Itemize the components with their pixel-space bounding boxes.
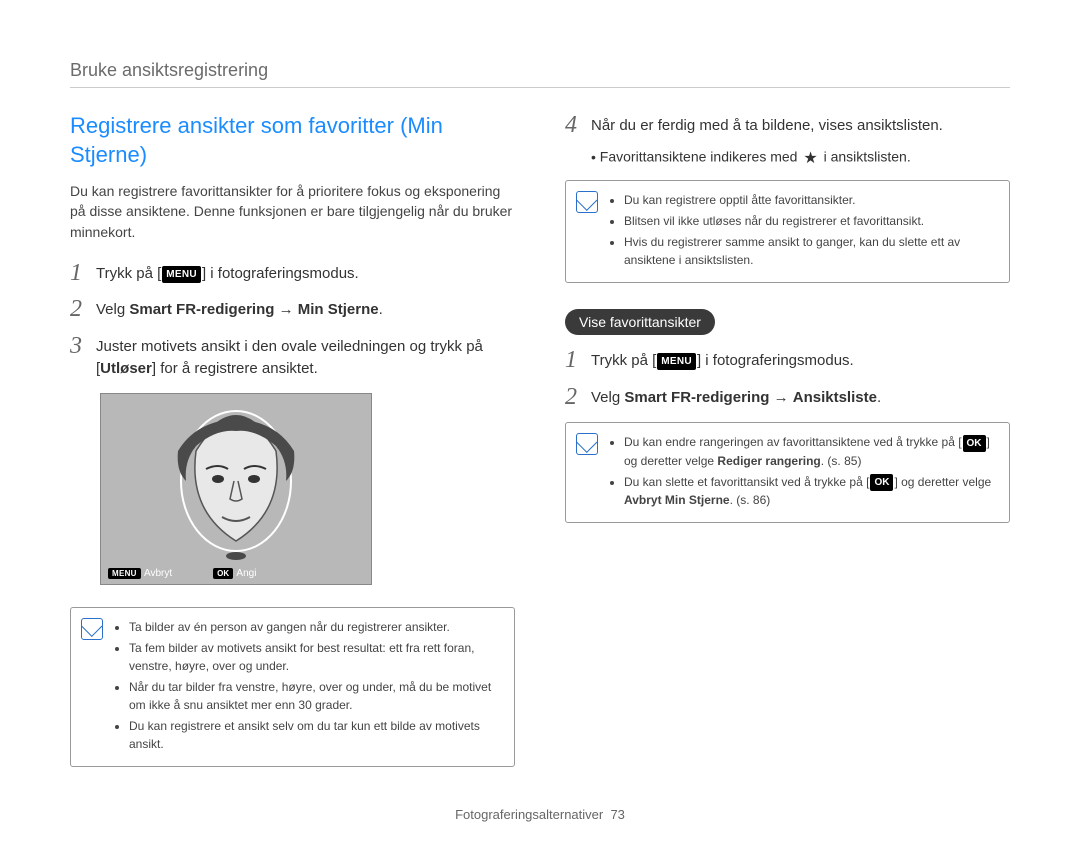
step-text: Når du er ferdig med å ta bildene, vises… — [591, 112, 943, 138]
cancel-label: MENU Avbryt — [107, 568, 172, 579]
content-columns: Registrere ansikter som favoritter (Min … — [70, 112, 1010, 779]
section-title: Registrere ansikter som favoritter (Min … — [70, 112, 515, 169]
note-icon — [576, 433, 598, 455]
note-item: Du kan registrere et ansikt selv om du t… — [129, 717, 500, 753]
page-number: 73 — [610, 807, 624, 822]
note-box: Du kan registrere opptil åtte favorittan… — [565, 180, 1010, 283]
ok-icon: OK — [870, 474, 893, 491]
step-number: 3 — [70, 333, 96, 359]
note-list: Ta bilder av én person av gangen når du … — [115, 618, 500, 753]
step-2: 2 Velg Smart FR-redigering → Min Stjerne… — [70, 296, 515, 322]
right-column: 4 Når du er ferdig med å ta bildene, vis… — [565, 112, 1010, 779]
note-box: Du kan endre rangeringen av favorittansi… — [565, 422, 1010, 523]
note-item: Ta bilder av én person av gangen når du … — [129, 618, 500, 636]
ok-icon: OK — [963, 435, 986, 452]
note-item: Du kan registrere opptil åtte favorittan… — [624, 191, 995, 209]
note-box: Ta bilder av én person av gangen når du … — [70, 607, 515, 767]
step-number: 1 — [565, 347, 591, 373]
step-2b: 2 Velg Smart FR-redigering → Ansiktslist… — [565, 384, 1010, 410]
step-number: 2 — [565, 384, 591, 410]
intro-text: Du kan registrere favorittansikter for å… — [70, 181, 515, 242]
camera-bottom-bar: MENU Avbryt OK Angi — [101, 564, 371, 584]
note-item: Blitsen vil ikke utløses når du registre… — [624, 212, 995, 230]
note-icon — [576, 191, 598, 213]
set-label: OK Angi — [212, 568, 256, 579]
note-item: Ta fem bilder av motivets ansikt for bes… — [129, 639, 500, 675]
star-icon: ★ — [803, 148, 817, 168]
subsection-pill: Vise favorittansikter — [565, 309, 715, 335]
menu-icon: MENU — [162, 266, 201, 283]
step-text: Trykk på [MENU] i fotograferingsmodus. — [591, 347, 854, 373]
note-list: Du kan registrere opptil åtte favorittan… — [610, 191, 995, 269]
note-item: Når du tar bilder fra venstre, høyre, ov… — [129, 678, 500, 714]
step-1b: 1 Trykk på [MENU] i fotograferingsmodus. — [565, 347, 1010, 373]
note-item: Hvis du registrerer samme ansikt to gang… — [624, 233, 995, 269]
page-footer: Fotograferingsalternativer 73 — [70, 807, 1010, 822]
step-text: Velg Smart FR-redigering → Ansiktsliste. — [591, 384, 881, 410]
step-1: 1 Trykk på [MENU] i fotograferingsmodus. — [70, 260, 515, 286]
left-column: Registrere ansikter som favoritter (Min … — [70, 112, 515, 779]
note-item: Du kan slette et favorittansikt ved å tr… — [624, 473, 995, 509]
page-root: Bruke ansiktsregistrering Registrere ans… — [0, 0, 1080, 852]
step-text: Velg Smart FR-redigering → Min Stjerne. — [96, 296, 383, 322]
page-header: Bruke ansiktsregistrering — [70, 60, 1010, 88]
ok-icon: OK — [213, 568, 233, 579]
menu-icon: MENU — [108, 568, 141, 579]
step-number: 1 — [70, 260, 96, 286]
note-item: Du kan endre rangeringen av favorittansi… — [624, 433, 995, 469]
footer-label: Fotograferingsalternativer — [455, 807, 603, 822]
camera-preview-frame: MENU Avbryt OK Angi — [100, 393, 372, 585]
step-number: 4 — [565, 112, 591, 138]
step-text: Juster motivets ansikt i den ovale veile… — [96, 333, 515, 381]
step-4: 4 Når du er ferdig med å ta bildene, vis… — [565, 112, 1010, 138]
sub-bullet: Favorittansiktene indikeres med ★ i ansi… — [591, 148, 1010, 168]
menu-icon: MENU — [657, 353, 696, 370]
note-list: Du kan endre rangeringen av favorittansi… — [610, 433, 995, 509]
face-illustration — [146, 401, 326, 561]
step-3: 3 Juster motivets ansikt i den ovale vei… — [70, 333, 515, 381]
step-number: 2 — [70, 296, 96, 322]
note-icon — [81, 618, 103, 640]
step-text: Trykk på [MENU] i fotograferingsmodus. — [96, 260, 359, 286]
